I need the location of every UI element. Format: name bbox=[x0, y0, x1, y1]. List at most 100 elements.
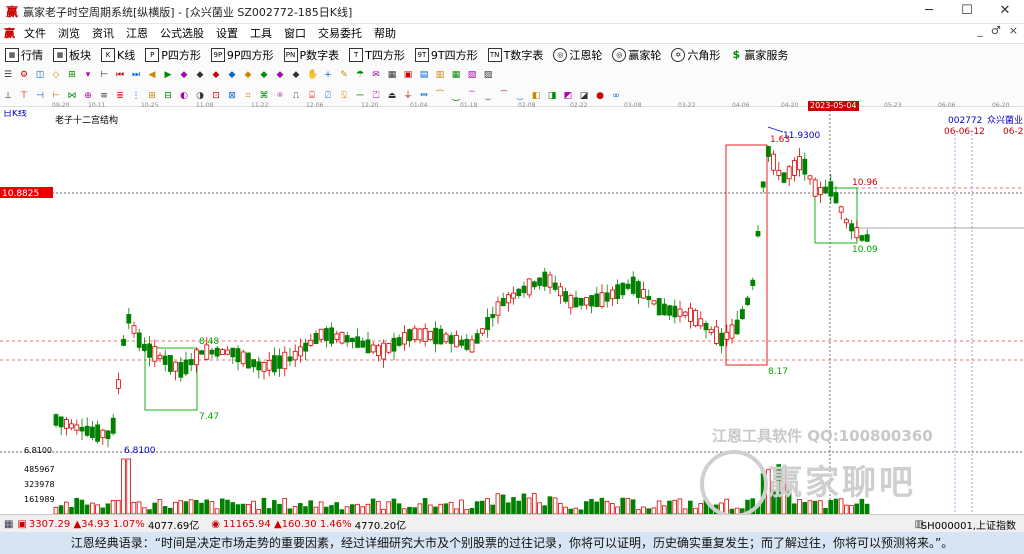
menu-help[interactable]: 帮助 bbox=[368, 25, 402, 41]
sector-button[interactable]: ▦ 板块 bbox=[48, 47, 96, 63]
line-tool-38-icon[interactable]: ● bbox=[595, 91, 605, 101]
menu-trade[interactable]: 交易委托 bbox=[312, 25, 368, 41]
draw-tool-28-icon[interactable]: ▥ bbox=[435, 70, 445, 80]
winner-wheel-button[interactable]: ◎ 赢家轮 bbox=[607, 47, 666, 63]
line-tool-10-icon[interactable]: ⊞ bbox=[147, 91, 157, 101]
line-tool-39-icon[interactable]: ∞ bbox=[611, 91, 621, 101]
draw-tool-13-icon[interactable]: ◆ bbox=[195, 70, 205, 80]
p-square-button[interactable]: P P四方形 bbox=[140, 47, 206, 63]
line-tool-31-icon[interactable]: ⏟ bbox=[483, 91, 493, 101]
mdi-restore-button[interactable]: ♂ bbox=[991, 24, 1001, 42]
line-tool-29-icon[interactable]: ⏝ bbox=[451, 91, 461, 101]
menu-tools[interactable]: 工具 bbox=[244, 25, 278, 41]
line-tool-18-icon[interactable]: ⍟ bbox=[275, 91, 285, 101]
line-tool-34-icon[interactable]: ◧ bbox=[531, 91, 541, 101]
line-tool-26-icon[interactable]: ⏚ bbox=[403, 91, 413, 101]
t-square-button[interactable]: T T四方形 bbox=[344, 47, 410, 63]
line-tool-25-icon[interactable]: ⏏ bbox=[387, 91, 397, 101]
draw-tool-11-icon[interactable]: ▶ bbox=[163, 70, 173, 80]
line-tool-1-icon[interactable]: ⊥ bbox=[3, 91, 13, 101]
draw-tool-12-icon[interactable]: ◆ bbox=[179, 70, 189, 80]
draw-tool-7-icon[interactable]: ⊢ bbox=[99, 70, 109, 80]
menu-window[interactable]: 窗口 bbox=[278, 25, 312, 41]
draw-tool-16-icon[interactable]: ◆ bbox=[243, 70, 253, 80]
line-tool-4-icon[interactable]: ⊢ bbox=[51, 91, 61, 101]
draw-tool-2-icon[interactable]: ⚙ bbox=[19, 70, 29, 80]
draw-tool-8-icon[interactable]: ⏮ bbox=[115, 70, 125, 80]
chart-icon[interactable]: ▥ bbox=[915, 519, 924, 530]
status-grid-icon[interactable]: ▦ bbox=[4, 519, 13, 530]
line-tool-35-icon[interactable]: ◨ bbox=[547, 91, 557, 101]
line-tool-20-icon[interactable]: ⌸ bbox=[307, 91, 317, 101]
draw-tool-27-icon[interactable]: ▤ bbox=[419, 70, 429, 80]
line-tool-2-icon[interactable]: ⊤ bbox=[19, 91, 29, 101]
line-tool-14-icon[interactable]: ⊡ bbox=[211, 91, 221, 101]
9p-square-button[interactable]: 9P 9P四方形 bbox=[206, 47, 279, 63]
gann-wheel-button[interactable]: ◎ 江恩轮 bbox=[548, 47, 607, 63]
line-tool-3-icon[interactable]: ⊣ bbox=[35, 91, 45, 101]
draw-tool-15-icon[interactable]: ◆ bbox=[227, 70, 237, 80]
line-tool-22-icon[interactable]: ⍂ bbox=[339, 91, 349, 101]
line-tool-6-icon[interactable]: ⊕ bbox=[83, 91, 93, 101]
draw-tool-3-icon[interactable]: ◫ bbox=[35, 70, 45, 80]
draw-tool-14-icon[interactable]: ◆ bbox=[211, 70, 221, 80]
line-tool-23-icon[interactable]: ⎓ bbox=[355, 91, 365, 101]
line-tool-21-icon[interactable]: ⍁ bbox=[323, 91, 333, 101]
draw-tool-22-icon[interactable]: ✎ bbox=[339, 70, 349, 80]
line-tool-17-icon[interactable]: ⌘ bbox=[259, 91, 269, 101]
line-tool-28-icon[interactable]: ⏜ bbox=[435, 91, 445, 101]
p-number-table-button[interactable]: PN P数字表 bbox=[279, 47, 345, 63]
line-tool-37-icon[interactable]: ◪ bbox=[579, 91, 589, 101]
line-tool-27-icon[interactable]: ⏛ bbox=[419, 91, 429, 101]
draw-tool-9-icon[interactable]: ⏭ bbox=[131, 70, 141, 80]
hexagon-button[interactable]: ✡ 六角形 bbox=[666, 47, 725, 63]
line-tool-32-icon[interactable]: ⏠ bbox=[499, 91, 509, 101]
draw-tool-23-icon[interactable]: ☂ bbox=[355, 70, 365, 80]
draw-tool-17-icon[interactable]: ◆ bbox=[259, 70, 269, 80]
kline-chart[interactable]: 日K线 老子十二宫结构 002772 众兴菌业06-06-12 06-22 10.8825… bbox=[0, 110, 1024, 514]
draw-tool-5-icon[interactable]: ⊞ bbox=[67, 70, 77, 80]
menu-info[interactable]: 资讯 bbox=[86, 25, 120, 41]
line-tool-19-icon[interactable]: ⎍ bbox=[291, 91, 301, 101]
mdi-minimize-button[interactable]: _ bbox=[977, 24, 983, 42]
winner-service-button[interactable]: $ 赢家服务 bbox=[725, 47, 793, 63]
line-tool-7-icon[interactable]: ≡ bbox=[99, 91, 109, 101]
draw-tool-25-icon[interactable]: ▦ bbox=[387, 70, 397, 80]
line-tool-24-icon[interactable]: ⏍ bbox=[371, 91, 381, 101]
draw-tool-6-icon[interactable]: ▾ bbox=[83, 70, 93, 80]
draw-tool-24-icon[interactable]: ✉ bbox=[371, 70, 381, 80]
line-tool-9-icon[interactable]: ⋮ bbox=[131, 91, 141, 101]
draw-tool-10-icon[interactable]: ◀ bbox=[147, 70, 157, 80]
draw-tool-4-icon[interactable]: ◇ bbox=[51, 70, 61, 80]
9t-square-button[interactable]: 9T 9T四方形 bbox=[410, 47, 483, 63]
line-tool-8-icon[interactable]: ≣ bbox=[115, 91, 125, 101]
draw-tool-21-icon[interactable]: + bbox=[323, 70, 333, 80]
draw-tool-29-icon[interactable]: ▦ bbox=[451, 70, 461, 80]
line-tool-13-icon[interactable]: ◑ bbox=[195, 91, 205, 101]
line-tool-15-icon[interactable]: ⊠ bbox=[227, 91, 237, 101]
draw-tool-30-icon[interactable]: ▧ bbox=[467, 70, 477, 80]
line-tool-5-icon[interactable]: ⋈ bbox=[67, 91, 77, 101]
draw-tool-20-icon[interactable]: ✋ bbox=[307, 70, 318, 80]
line-tool-33-icon[interactable]: ⏡ bbox=[515, 91, 525, 101]
menu-settings[interactable]: 设置 bbox=[210, 25, 244, 41]
maximize-button[interactable]: ☐ bbox=[948, 0, 986, 23]
draw-tool-19-icon[interactable]: ◆ bbox=[291, 70, 301, 80]
menu-formula[interactable]: 公式选股 bbox=[154, 25, 210, 41]
draw-tool-26-icon[interactable]: ▣ bbox=[403, 70, 413, 80]
line-tool-11-icon[interactable]: ⊟ bbox=[163, 91, 173, 101]
t-number-table-button[interactable]: TN T数字表 bbox=[483, 47, 549, 63]
line-tool-30-icon[interactable]: ⏞ bbox=[467, 91, 477, 101]
draw-tool-18-icon[interactable]: ◆ bbox=[275, 70, 285, 80]
line-tool-16-icon[interactable]: ⌗ bbox=[243, 91, 253, 101]
close-button[interactable]: ✕ bbox=[986, 0, 1024, 23]
kline-button[interactable]: K K线 bbox=[96, 47, 140, 63]
menu-file[interactable]: 文件 bbox=[18, 25, 52, 41]
quotes-button[interactable]: ▦ 行情 bbox=[0, 47, 48, 63]
menu-gann[interactable]: 江恩 bbox=[120, 25, 154, 41]
draw-tool-1-icon[interactable]: ☰ bbox=[3, 70, 13, 80]
mdi-close-button[interactable]: × bbox=[1009, 24, 1018, 42]
line-tool-12-icon[interactable]: ◐ bbox=[179, 91, 189, 101]
menu-browse[interactable]: 浏览 bbox=[52, 25, 86, 41]
minimize-button[interactable]: ─ bbox=[910, 0, 948, 23]
